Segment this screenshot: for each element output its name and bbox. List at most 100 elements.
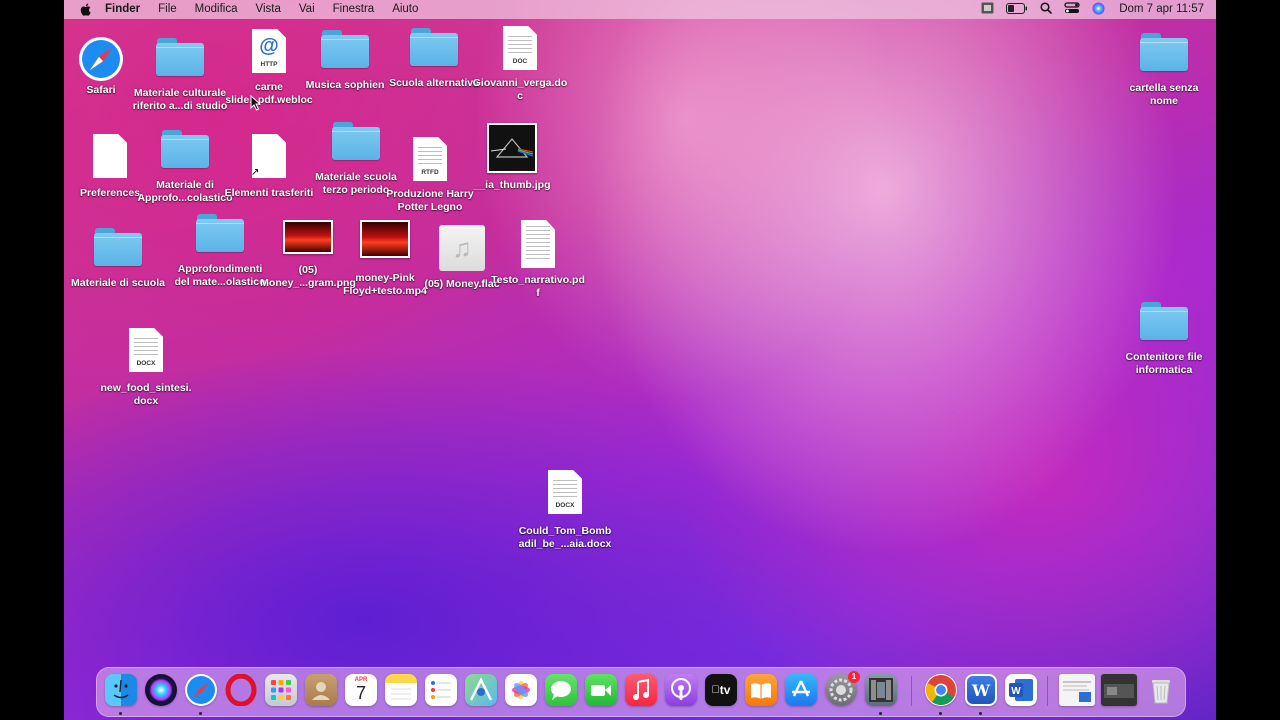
apple-menu-icon[interactable] (74, 0, 96, 19)
dock-music-icon[interactable] (625, 674, 657, 706)
dock-photo-booth-icon[interactable] (865, 674, 897, 706)
dock-notes-icon[interactable] (385, 674, 417, 706)
dock-word-icon[interactable]: W (965, 674, 997, 706)
menu-finder[interactable]: Finder (96, 0, 149, 19)
icon-label: Scuola alternativa (389, 77, 479, 89)
folder-icon (1140, 302, 1188, 340)
icon-label: Giovanni_verga.do c (472, 77, 568, 102)
desktop-alias-elementi-trasferiti[interactable]: ↗ Elementi trasferiti (221, 134, 317, 200)
menu-modifica[interactable]: Modifica (186, 0, 247, 19)
dock-appstore-icon[interactable] (785, 674, 817, 706)
icon-label: Approfondimenti del mate...olastico (174, 263, 266, 288)
dock-photos-icon[interactable] (505, 674, 537, 706)
folder-icon (1140, 33, 1188, 71)
dock-document-stack-icon[interactable] (1059, 674, 1095, 706)
icon-label: new_food_sintesi. docx (100, 382, 192, 407)
menu-datetime[interactable]: Dom 7 apr 11:57 (1117, 0, 1204, 19)
docx-file-icon: DOCX (129, 328, 163, 372)
folder-icon (161, 130, 209, 168)
dock: APR 7 tv (96, 667, 1186, 717)
desktop-file-new-food[interactable]: DOCX new_food_sintesi. docx (98, 328, 194, 407)
dock-finder-icon[interactable] (105, 674, 137, 706)
dock-facetime-icon[interactable] (585, 674, 617, 706)
running-indicator (199, 712, 202, 715)
dock-maps-icon[interactable] (465, 674, 497, 706)
icon-label: Produzione Harry Potter Legno (386, 188, 474, 213)
icon-label: Elementi trasferiti (224, 187, 314, 199)
screen-record-icon[interactable] (981, 2, 994, 17)
dock-reminders-icon[interactable] (425, 674, 457, 706)
dock-screenshot-stack-icon[interactable] (1101, 674, 1137, 706)
notification-badge: 1 (848, 671, 860, 683)
folder-icon (410, 28, 458, 66)
desktop-file-could-tom[interactable]: DOCX Could_Tom_Bomb adil_be_...aia.docx (517, 470, 613, 550)
image-thumbnail-icon (283, 220, 333, 254)
image-thumbnail-icon (487, 123, 537, 173)
dock-siri-icon[interactable] (145, 674, 177, 706)
webloc-file-icon: @ HTTP (252, 29, 286, 73)
running-indicator (119, 712, 122, 715)
menu-finestra[interactable]: Finestra (324, 0, 384, 19)
dock-chrome-icon[interactable] (925, 674, 957, 706)
desktop-folder-materiale-culturale[interactable]: Materiale culturale riferito a...di stud… (132, 38, 228, 112)
folder-icon (156, 38, 204, 76)
desktop-folder-scuola-alternativa[interactable]: Scuola alternativa (386, 28, 482, 90)
dock-opera-icon[interactable] (225, 674, 257, 706)
icon-label: cartella senza nome (1129, 82, 1199, 107)
dock-word-document-icon[interactable]: W (1005, 674, 1037, 706)
alias-file-icon: ↗ (252, 134, 286, 178)
icon-label: Materiale di scuola (71, 277, 165, 289)
desktop-file-testo-narrativo[interactable]: Testo_narrativo.pd f (490, 220, 586, 299)
battery-icon[interactable] (1006, 2, 1028, 17)
video-thumbnail-icon (360, 220, 410, 258)
icon-label: Materiale di Approfo...colastico (137, 179, 233, 204)
docx-file-icon: DOCX (548, 470, 582, 514)
dock-contacts-icon[interactable] (305, 674, 337, 706)
folder-icon (332, 122, 380, 160)
control-center-icon[interactable] (1064, 2, 1080, 17)
pdf-file-icon (521, 220, 555, 268)
dock-system-settings-icon[interactable]: 1 (825, 671, 860, 706)
dock-launchpad-icon[interactable] (265, 674, 297, 706)
icon-label: Musica sophien (305, 79, 385, 91)
generic-file-icon (93, 134, 127, 178)
music-file-icon: ♫ (439, 225, 485, 271)
siri-icon[interactable] (1092, 2, 1105, 18)
rtfd-file-icon: RTFD (413, 137, 447, 181)
menu-vai[interactable]: Vai (290, 0, 324, 19)
doc-file-icon: DOC (503, 26, 537, 70)
menu-vista[interactable]: Vista (247, 0, 290, 19)
menu-aiuto[interactable]: Aiuto (383, 0, 427, 19)
dock-safari-icon[interactable] (185, 674, 217, 706)
desktop-folder-contenitore-file[interactable]: Contenitore file informatica (1116, 302, 1212, 376)
dock-trash-icon[interactable] (1145, 674, 1177, 706)
svg-text:W: W (1011, 686, 1021, 697)
icon-label: __ia_thumb.jpg (473, 179, 551, 191)
dock-calendar-icon[interactable]: APR 7 (345, 674, 377, 706)
menu-file[interactable]: File (149, 0, 186, 19)
running-indicator (979, 712, 982, 715)
desktop-image-ia-thumb[interactable]: __ia_thumb.jpg (464, 123, 560, 192)
dock-books-icon[interactable] (745, 674, 777, 706)
running-indicator (879, 712, 882, 715)
desktop-folder-materiale-di-scuola[interactable]: Materiale di scuola (70, 228, 166, 290)
dock-messages-icon[interactable] (545, 674, 577, 706)
safari-icon (78, 36, 124, 82)
desktop-folder-cartella-senza-nome[interactable]: cartella senza nome (1116, 33, 1212, 107)
running-indicator (939, 712, 942, 715)
desktop-folder-materiale-approfo[interactable]: Materiale di Approfo...colastico (137, 130, 233, 204)
icon-label: Testo_narrativo.pd f (491, 274, 585, 299)
dock-appletv-icon[interactable]: tv (705, 674, 737, 706)
icon-label: Contenitore file informatica (1125, 351, 1203, 376)
dock-separator (911, 676, 912, 706)
folder-icon (94, 228, 142, 266)
menu-bar: Finder File Modifica Vista Vai Finestra … (64, 0, 1216, 19)
dock-podcasts-icon[interactable] (665, 674, 697, 706)
desktop-folder-approfondimenti[interactable]: Approfondimenti del mate...olastico (172, 214, 268, 288)
icon-label: Materiale culturale riferito a...di stud… (132, 87, 228, 112)
mouse-cursor-icon (250, 94, 262, 116)
desktop-file-giovanni-verga[interactable]: DOC Giovanni_verga.do c (472, 26, 568, 102)
desktop-folder-musica-sophien[interactable]: Musica sophien (297, 30, 393, 92)
folder-icon (196, 214, 244, 252)
spotlight-search-icon[interactable] (1040, 2, 1053, 17)
